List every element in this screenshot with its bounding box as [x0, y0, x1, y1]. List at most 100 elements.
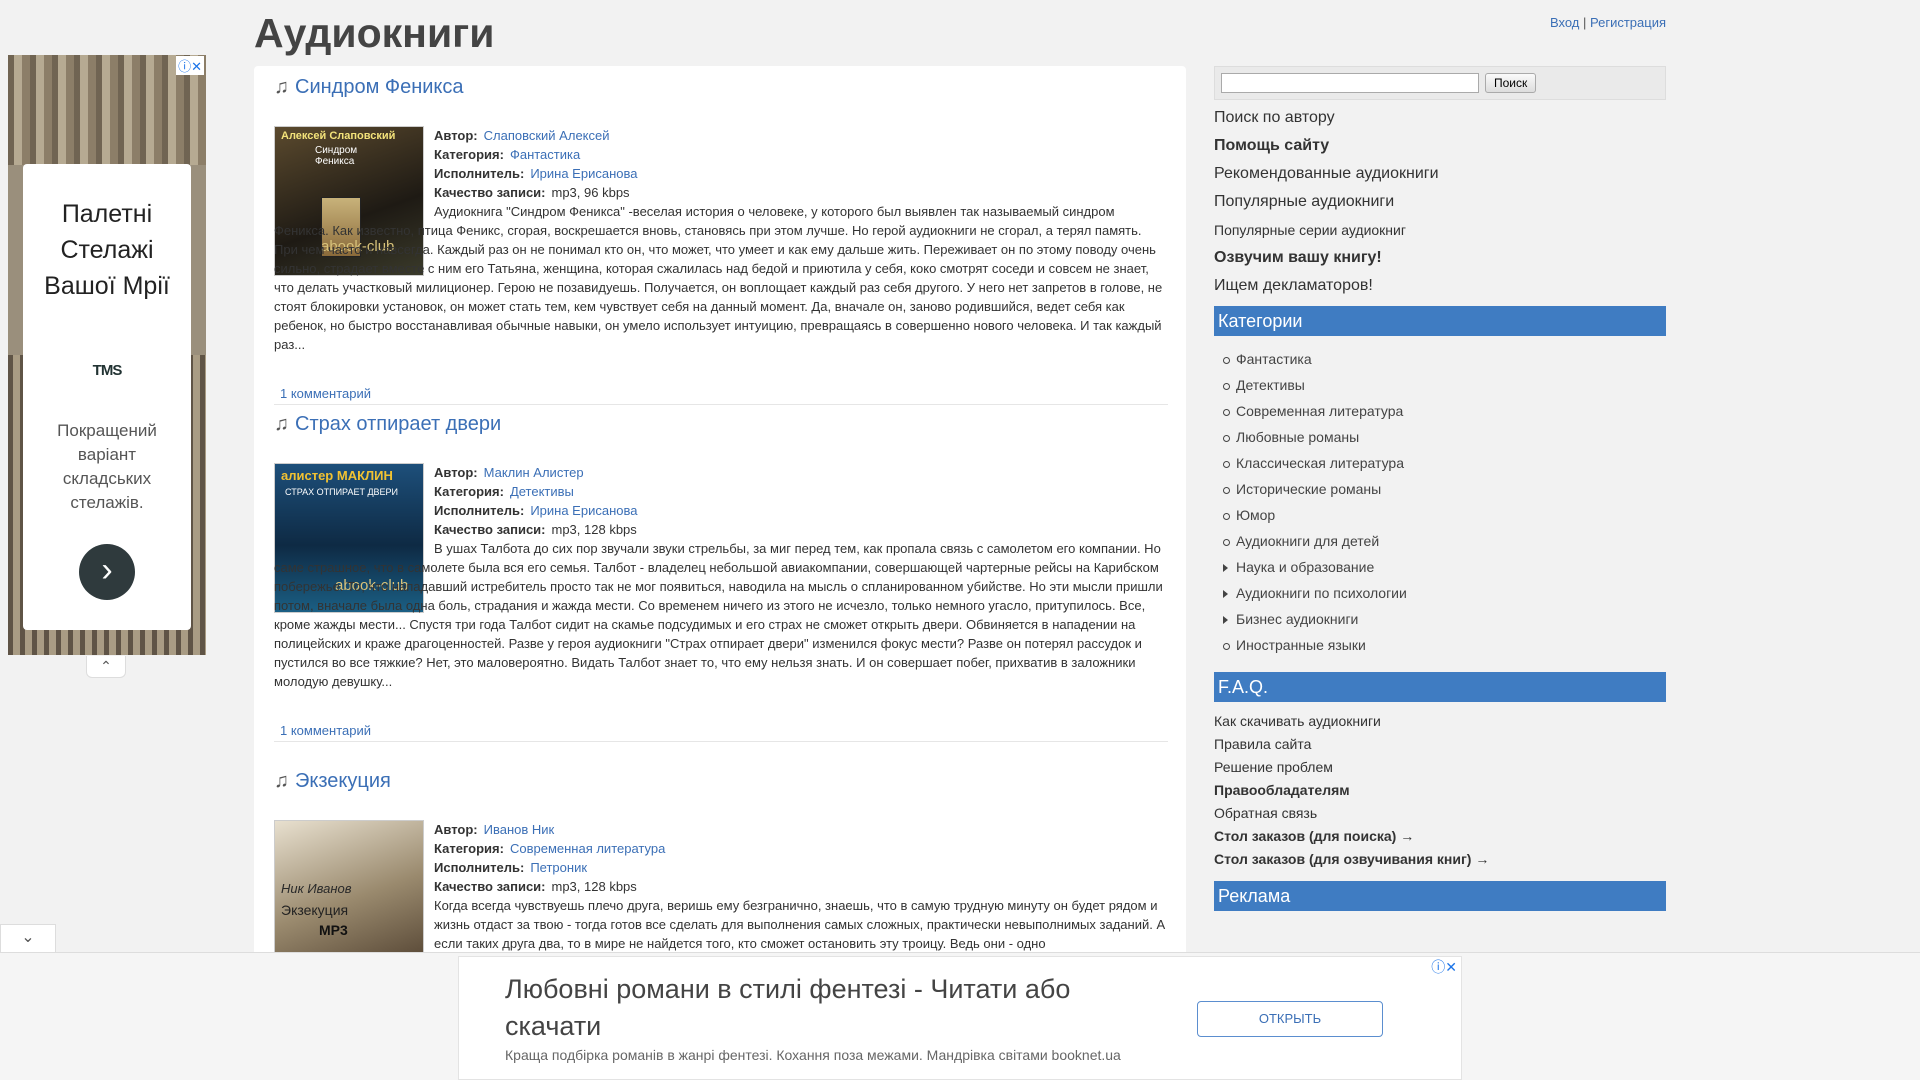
faq-link[interactable]: Обратная связь	[1214, 802, 1666, 825]
category-item[interactable]: Современная литература	[1214, 398, 1666, 424]
reader-label: Исполнитель:	[434, 860, 525, 875]
ad-choices-icon[interactable]: ⓘ✕	[176, 56, 204, 75]
post-meta: Автор: Маклин Алистер Категория: Детективы…	[434, 463, 637, 539]
category-item[interactable]: Наука и образование	[1214, 554, 1666, 580]
sidebar-links: Поиск по автору Помощь сайту Рекомендованн…	[1214, 104, 1666, 300]
category-item[interactable]: Иностранные языки	[1214, 632, 1666, 658]
ad-headline: Палетні Стелажі Вашої Мрії	[44, 200, 170, 300]
post: ♫ Страх отпирает двери алистер МАКЛИН СТ…	[274, 413, 1168, 742]
collapse-up-icon[interactable]: ⌃	[86, 656, 126, 678]
cover-title-text: СТРАХ ОТПИРАЕТ ДВЕРИ	[285, 487, 399, 497]
category-label: Категория:	[434, 147, 504, 162]
post-divider	[274, 404, 1168, 405]
reader-link[interactable]: Ирина Ерисанова	[530, 503, 637, 518]
post-title-link[interactable]: Страх отпирает двери	[295, 413, 501, 436]
reader-link[interactable]: Петроник	[530, 860, 587, 875]
category-item[interactable]: Любовные романы	[1214, 424, 1666, 450]
post: ♫ Экзекуция Ник Иванов Экзекуция MP3 Авт…	[274, 770, 1168, 980]
faq-title: F.A.Q.	[1214, 672, 1666, 702]
page-title: Аудиокниги	[254, 10, 495, 56]
cover-author-text: Ник Иванов	[281, 881, 352, 896]
author-label: Автор:	[434, 465, 478, 480]
categories-list: Фантастика Детективы Современная литератур…	[1214, 346, 1666, 658]
category-label: Категория:	[434, 841, 504, 856]
search-form: Поиск	[1214, 66, 1666, 100]
left-advertisement[interactable]: ⓘ✕ Палетні Стелажі Вашої Мрії TMS Покращ…	[8, 55, 206, 655]
faq-link[interactable]: Как скачивать аудиокниги	[1214, 710, 1666, 733]
login-link[interactable]: Вход	[1550, 15, 1579, 30]
register-link[interactable]: Регистрация	[1590, 15, 1666, 30]
music-note-icon: ♫	[274, 770, 289, 792]
sidebar-link[interactable]: Рекомендованные аудиокниги	[1214, 160, 1666, 188]
category-item[interactable]: Классическая литература	[1214, 450, 1666, 476]
ad-subtitle: Краща подбірка романів в жанрі фентезі. …	[505, 1047, 1121, 1063]
faq-link[interactable]: Правила сайта	[1214, 733, 1666, 756]
reader-label: Исполнитель:	[434, 166, 525, 181]
category-item[interactable]: Юмор	[1214, 502, 1666, 528]
faq-link[interactable]: Стол заказов (для озвучивания книг) →	[1214, 848, 1666, 871]
music-note-icon: ♫	[274, 413, 289, 435]
author-link[interactable]: Слаповский Алексей	[484, 128, 610, 143]
sidebar-link[interactable]: Поиск по автору	[1214, 104, 1666, 132]
sidebar-link[interactable]: Озвучим вашу книгу!	[1214, 244, 1666, 272]
category-label: Категория:	[434, 484, 504, 499]
sidebar-link[interactable]: Ищем декламаторов!	[1214, 272, 1666, 300]
collapse-down-icon[interactable]: ⌄	[0, 924, 56, 952]
sidebar-link[interactable]: Популярные аудиокниги	[1214, 188, 1666, 216]
category-item[interactable]: Бизнес аудиокниги	[1214, 606, 1666, 632]
faq-list: Как скачивать аудиокниги Правила сайта Реш…	[1214, 710, 1666, 871]
comments-link[interactable]: 1 комментарий	[280, 386, 371, 401]
author-link[interactable]: Маклин Алистер	[484, 465, 584, 480]
category-link[interactable]: Фантастика	[510, 147, 580, 162]
categories-title: Категории	[1214, 306, 1666, 336]
post-divider	[274, 741, 1168, 742]
cover-brand-text: MP3	[319, 922, 348, 938]
category-item[interactable]: Детективы	[1214, 372, 1666, 398]
search-button[interactable]: Поиск	[1485, 73, 1537, 93]
search-input[interactable]	[1221, 73, 1479, 93]
post-description: В ушах Талбота до сих пор звучали звуки …	[274, 541, 1163, 689]
reader-link[interactable]: Ирина Ерисанова	[530, 166, 637, 181]
quality-label: Качество записи:	[434, 185, 546, 200]
quality-label: Качество записи:	[434, 522, 546, 537]
ad-choices-icon[interactable]: ⓘ✕	[1431, 957, 1457, 977]
post-description: Когда всегда чувствуешь плечо друга, вер…	[434, 898, 1166, 951]
post-description: Аудиокнига "Синдром Феникса" -веселая ис…	[274, 204, 1163, 352]
quality-label: Качество записи:	[434, 879, 546, 894]
post-title-link[interactable]: Экзекуция	[295, 770, 391, 793]
ad-logo: TMS	[92, 362, 123, 379]
ad-open-button[interactable]: ОТКРЫТЬ	[1197, 1001, 1383, 1037]
right-sidebar: Поиск Поиск по автору Помощь сайту Рекомен…	[1214, 66, 1666, 911]
main-content: ♫ Синдром Феникса Алексей Слаповский Син…	[254, 66, 1186, 980]
category-link[interactable]: Современная литература	[510, 841, 665, 856]
post-title-link[interactable]: Синдром Феникса	[295, 76, 464, 99]
faq-link[interactable]: Правообладателям	[1214, 779, 1666, 802]
cover-author-text: Алексей Слаповский	[281, 130, 396, 142]
cover-author-text: алистер МАКЛИН	[281, 468, 393, 483]
auth-links: Вход | Регистрация	[1550, 15, 1666, 30]
author-link[interactable]: Иванов Ник	[484, 822, 555, 837]
ad-card[interactable]: Палетні Стелажі Вашої Мрії TMS Покращени…	[23, 164, 191, 630]
author-label: Автор:	[434, 128, 478, 143]
cover-title-text: Синдром Феникса	[315, 145, 358, 167]
reader-label: Исполнитель:	[434, 503, 525, 518]
faq-link[interactable]: Решение проблем	[1214, 756, 1666, 779]
ad-body-text: Покращений варіант складських стелажів.	[57, 421, 157, 512]
category-item[interactable]: Аудиокниги для детей	[1214, 528, 1666, 554]
comments-link[interactable]: 1 комментарий	[280, 723, 371, 738]
ad-section-title: Реклама	[1214, 881, 1666, 911]
bottom-advertisement[interactable]: ⓘ✕ Любовні романи в стилі фентезі - Чита…	[458, 956, 1462, 1080]
post: ♫ Синдром Феникса Алексей Слаповский Син…	[274, 76, 1168, 405]
category-link[interactable]: Детективы	[510, 484, 574, 499]
ad-next-arrow-icon[interactable]: ›	[79, 544, 135, 600]
category-item[interactable]: Исторические романы	[1214, 476, 1666, 502]
category-item[interactable]: Аудиокниги по психологии	[1214, 580, 1666, 606]
sidebar-link[interactable]: Популярные серии аудиокниг	[1214, 216, 1666, 244]
faq-link[interactable]: Стол заказов (для поиска) →	[1214, 825, 1666, 848]
ad-title[interactable]: Любовні романи в стилі фентезі - Читати …	[505, 971, 1125, 1045]
category-item[interactable]: Фантастика	[1214, 346, 1666, 372]
author-label: Автор:	[434, 822, 478, 837]
quality-value: mp3, 128 kbps	[551, 879, 637, 894]
sidebar-link[interactable]: Помощь сайту	[1214, 132, 1666, 160]
quality-value: mp3, 128 kbps	[551, 522, 637, 537]
